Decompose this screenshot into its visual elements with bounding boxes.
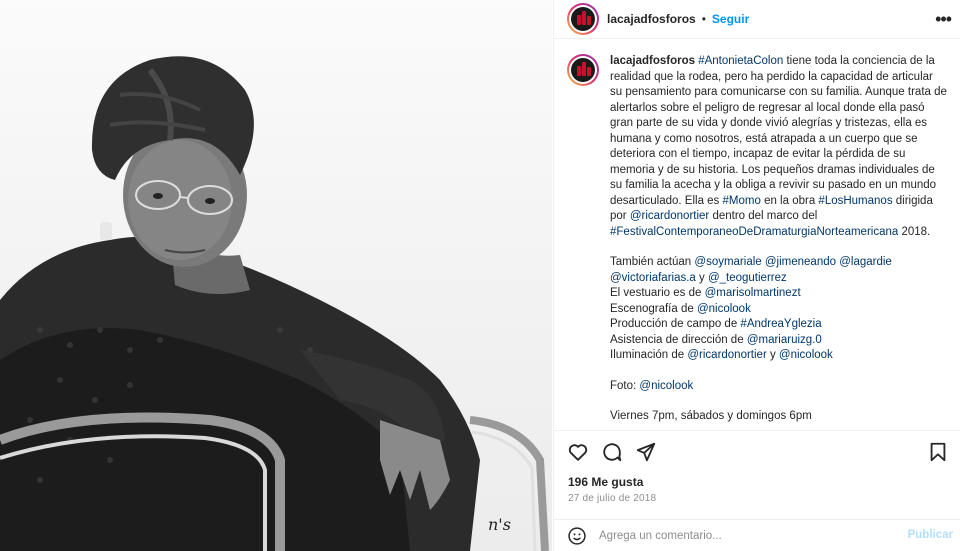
header-username[interactable]: lacajadfosforos — [607, 12, 696, 26]
mention-link[interactable]: @ricardonortier — [630, 210, 709, 222]
header-avatar[interactable] — [567, 3, 599, 35]
caption-text-segment: 2018. — [898, 225, 931, 238]
hashtag-link[interactable]: #AndreaYglezia — [740, 318, 821, 330]
hashtag-link[interactable]: #AntonietaColon — [698, 55, 783, 67]
post-date[interactable]: 27 de julio de 2018 — [568, 493, 656, 504]
likes-count[interactable]: 196 Me gusta — [568, 475, 643, 489]
hashtag-link[interactable]: #FestivalContemporaneoDeDramaturgiaNorte… — [610, 226, 898, 238]
mention-link[interactable]: @ricardonortier — [687, 349, 766, 361]
caption-username[interactable]: lacajadfosforos — [610, 55, 695, 67]
mention-link[interactable]: @nicolook — [639, 380, 693, 392]
caption-paragraph-main: lacajadfosforos #AntonietaColon tiene to… — [610, 54, 948, 240]
caption-text-segment: El vestuario es de — [610, 287, 705, 299]
follow-button[interactable]: Seguir — [712, 12, 749, 26]
comment-icon[interactable] — [601, 441, 623, 463]
comment-input[interactable] — [599, 529, 899, 542]
caption-text-segment: Producción de campo de — [610, 318, 741, 330]
caption-credits: También actúan @soymariale @jimeneando @… — [610, 255, 948, 364]
caption-avatar[interactable] — [567, 54, 599, 86]
hashtag-link[interactable]: #Momo — [723, 195, 761, 207]
mention-link[interactable]: @soymariale — [694, 256, 761, 268]
caption-text-segment: dentro del marco del — [709, 210, 818, 222]
caption-text-segment: Foto: — [610, 379, 640, 392]
comment-bar: Publicar — [554, 519, 960, 551]
caption-text: lacajadfosforos #AntonietaColon tiene to… — [610, 54, 948, 430]
caption-text-segment: Asistencia de dirección de — [610, 333, 747, 346]
caption-text-segment: También actúan — [610, 256, 695, 268]
heart-icon[interactable] — [567, 441, 589, 463]
mention-link[interactable]: @nicolook — [697, 303, 751, 315]
bookmark-icon[interactable] — [927, 441, 949, 463]
mention-link[interactable]: @jimeneando — [765, 256, 836, 268]
caption-text-segment: y — [695, 271, 708, 284]
mention-link[interactable]: @lagardie — [839, 256, 892, 268]
caption-text-segment: Iluminación de — [610, 349, 688, 361]
portrait-illustration — [0, 56, 549, 551]
post-side-panel: lacajadfosforos • Seguir ••• lacajadfosf… — [553, 0, 960, 551]
post-actions: 196 Me gusta 27 de julio de 2018 Publica… — [554, 430, 960, 550]
caption-area: lacajadfosforos #AntonietaColon tiene to… — [554, 40, 960, 430]
mention-link[interactable]: @marisolmartinezt — [705, 287, 801, 299]
post-header: lacajadfosforos • Seguir ••• — [554, 0, 960, 39]
caption-text-segment: tiene toda la conciencia de la realidad … — [610, 55, 947, 207]
caption-text-segment: y — [766, 349, 779, 361]
mention-link[interactable]: @victoriafarias.a — [610, 272, 696, 284]
caption-schedule: Viernes 7pm, sábados y domingos 6pm — [610, 410, 812, 422]
publish-button[interactable]: Publicar — [908, 529, 953, 541]
caption-text-segment: en la obra — [760, 194, 819, 207]
caption-photo-credit: Foto: @nicolook — [610, 379, 948, 395]
mention-link[interactable]: @_teogutierrez — [708, 272, 787, 284]
more-horizontal-icon[interactable]: ••• — [935, 10, 952, 28]
separator-dot: • — [701, 12, 706, 26]
emoji-icon[interactable] — [567, 526, 587, 546]
post-photo[interactable]: n's — [0, 0, 552, 551]
mention-link[interactable]: @mariaruizg.0 — [747, 334, 822, 346]
mention-link[interactable]: @nicolook — [779, 349, 833, 361]
share-icon[interactable] — [635, 441, 657, 463]
photo-signature: n's — [488, 515, 511, 534]
caption-text-segment: Escenografía de — [610, 302, 697, 315]
hashtag-link[interactable]: #LosHumanos — [818, 195, 892, 207]
